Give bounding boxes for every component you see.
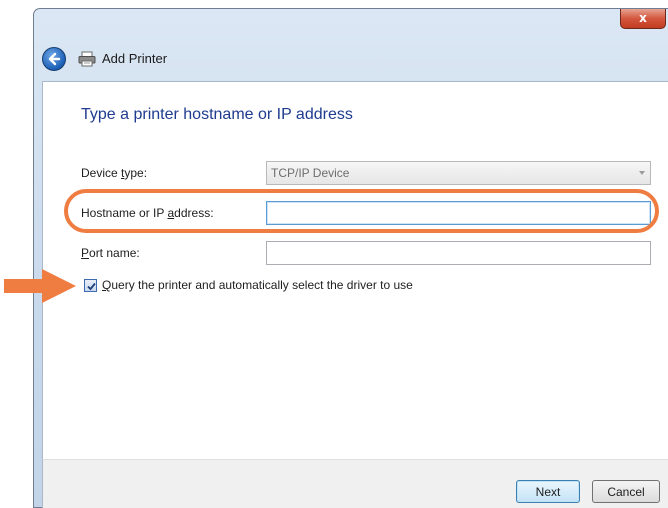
checkmark-icon xyxy=(87,282,96,291)
navigation-bar: Add Printer xyxy=(42,47,342,71)
chevron-down-icon xyxy=(639,171,645,175)
back-button[interactable] xyxy=(42,47,66,71)
device-type-dropdown[interactable]: TCP/IP Device xyxy=(266,161,651,185)
page-heading: Type a printer hostname or IP address xyxy=(81,106,353,123)
next-button[interactable]: Next xyxy=(516,480,580,503)
port-name-label: Port name: xyxy=(81,246,140,260)
port-name-input[interactable] xyxy=(266,241,651,265)
query-printer-label[interactable]: Query the printer and automatically sele… xyxy=(102,278,413,292)
back-arrow-icon xyxy=(48,52,61,66)
wizard-content: Type a printer hostname or IP address De… xyxy=(42,81,668,459)
wizard-footer: Next Cancel xyxy=(42,459,668,508)
printer-icon xyxy=(78,51,96,67)
hostname-input[interactable] xyxy=(266,201,651,225)
add-printer-window: x Add Printer Type a printer hostname or… xyxy=(33,8,668,508)
device-type-value: TCP/IP Device xyxy=(271,166,350,180)
device-type-label: Device type: xyxy=(81,166,148,180)
hostname-label: Hostname or IP address: xyxy=(81,206,214,220)
window-title: Add Printer xyxy=(102,51,168,66)
query-printer-checkbox[interactable] xyxy=(84,279,97,292)
close-button[interactable]: x xyxy=(620,9,666,29)
cancel-button[interactable]: Cancel xyxy=(592,480,660,503)
close-icon: x xyxy=(639,11,647,25)
